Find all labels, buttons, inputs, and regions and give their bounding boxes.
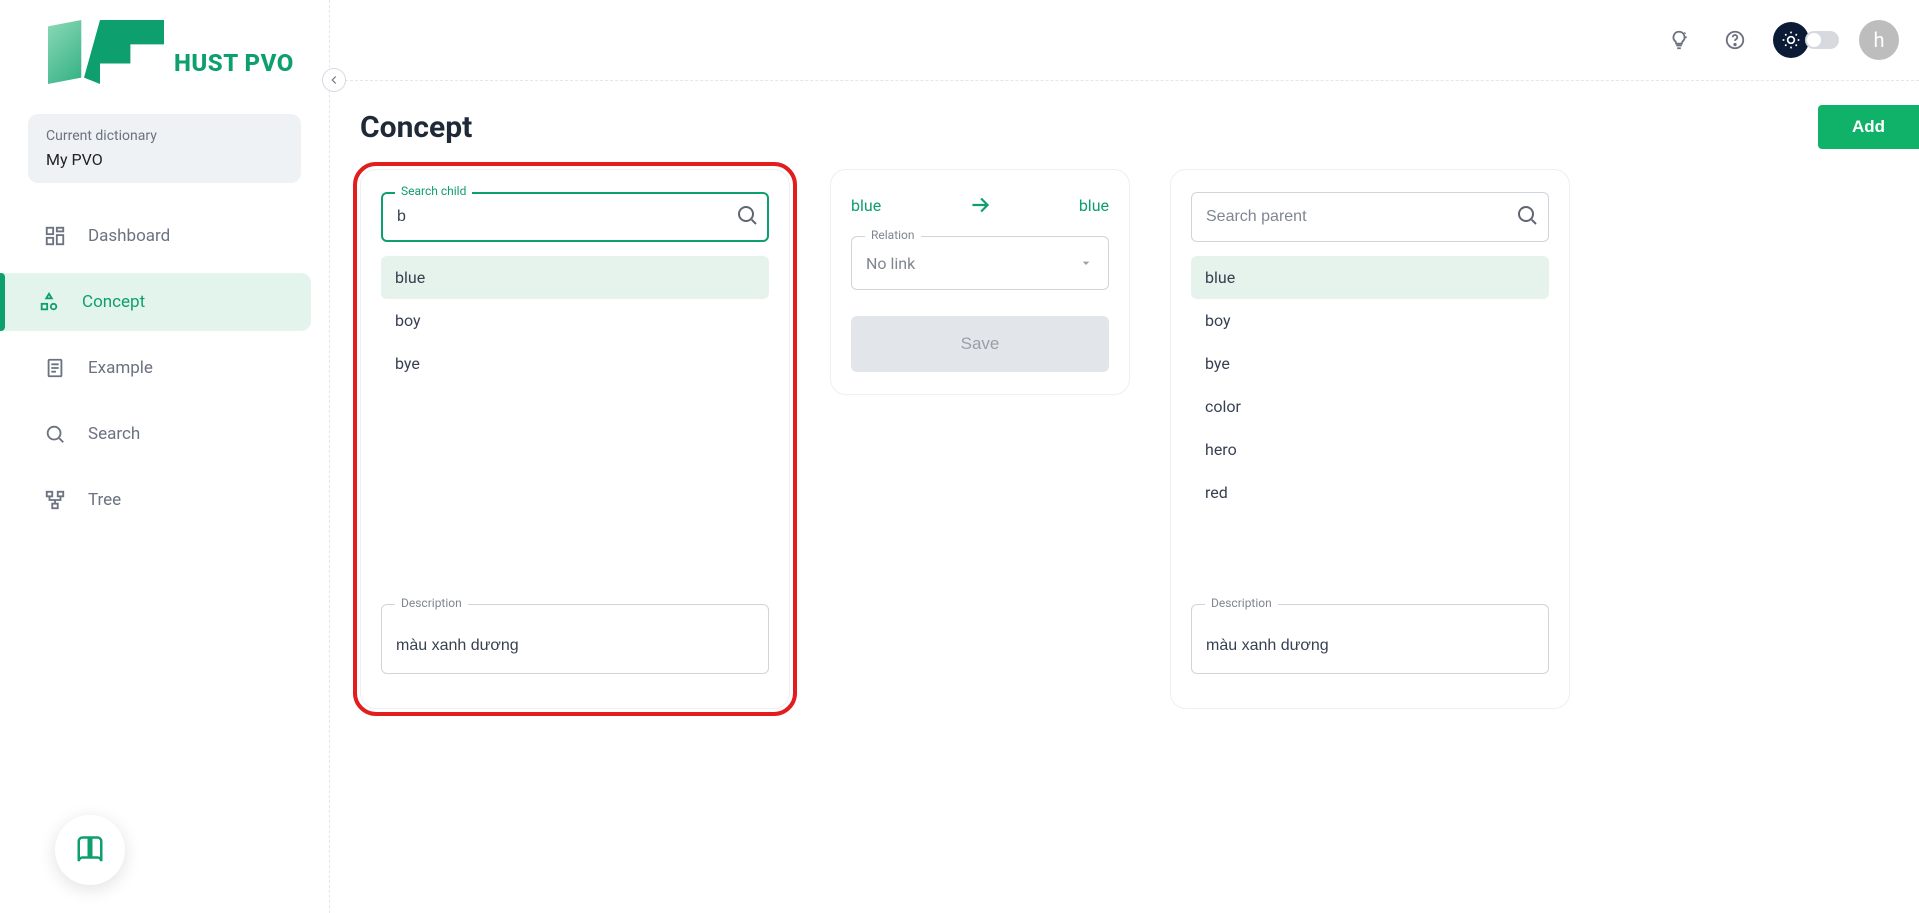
search-parent-field xyxy=(1191,192,1549,242)
list-item[interactable]: boy xyxy=(1191,299,1549,342)
search-child-field: Search child xyxy=(381,192,769,242)
sidebar-item-tree[interactable]: Tree xyxy=(24,471,311,529)
arrow-right-icon xyxy=(967,192,993,218)
relation-label: Relation xyxy=(865,228,921,242)
list-item[interactable]: bye xyxy=(381,342,769,385)
parent-card: blue boy bye color hero red Description xyxy=(1170,169,1570,709)
search-icon[interactable] xyxy=(735,203,759,231)
description-label: Description xyxy=(395,596,468,610)
search-parent-input[interactable] xyxy=(1191,192,1549,242)
sidebar-item-example[interactable]: Example xyxy=(24,339,311,397)
sun-icon xyxy=(1773,22,1809,58)
search-child-label: Search child xyxy=(395,184,472,198)
sidebar-item-label: Tree xyxy=(88,490,121,510)
relation-card: blue blue Relation No link Save xyxy=(830,169,1130,395)
relation-left: blue xyxy=(851,196,881,215)
child-description-input[interactable] xyxy=(381,604,769,674)
child-list: blue boy bye xyxy=(381,256,769,385)
cards-row: Search child blue boy bye Description bl… xyxy=(360,169,1889,709)
child-description-field: Description xyxy=(381,604,769,674)
list-item[interactable]: bye xyxy=(1191,342,1549,385)
sidebar-nav: Dashboard Concept Example Search Tree xyxy=(18,207,311,529)
dictionary-fab[interactable] xyxy=(55,815,125,885)
logo-mark xyxy=(48,20,168,90)
sidebar-item-dashboard[interactable]: Dashboard xyxy=(24,207,311,265)
dashboard-icon xyxy=(44,225,66,247)
logo-text: HUST PVO xyxy=(174,49,294,77)
page-title: Concept xyxy=(360,110,472,145)
hint-icon[interactable] xyxy=(1661,22,1697,58)
search-child-input[interactable] xyxy=(381,192,769,242)
document-icon xyxy=(44,357,66,379)
header-actions: h xyxy=(1661,20,1899,60)
parent-description-input[interactable] xyxy=(1191,604,1549,674)
description-label: Description xyxy=(1205,596,1278,610)
sidebar-item-concept[interactable]: Concept xyxy=(0,273,311,331)
list-item[interactable]: blue xyxy=(381,256,769,299)
relation-right: blue xyxy=(1079,196,1109,215)
current-dictionary-label: Current dictionary xyxy=(46,128,283,144)
current-dictionary-value: My PVO xyxy=(46,150,283,169)
add-button[interactable]: Add xyxy=(1818,105,1919,149)
relation-header: blue blue xyxy=(851,192,1109,218)
search-icon[interactable] xyxy=(1515,203,1539,231)
avatar[interactable]: h xyxy=(1859,20,1899,60)
parent-description-field: Description xyxy=(1191,604,1549,674)
theme-switch[interactable] xyxy=(1805,31,1839,49)
main-header: Concept Add xyxy=(360,105,1889,149)
main: Concept Add Search child blue boy bye De… xyxy=(330,80,1919,913)
child-card: Search child blue boy bye Description xyxy=(360,169,790,709)
shapes-icon xyxy=(38,291,60,313)
book-icon xyxy=(75,835,105,865)
sidebar-item-label: Search xyxy=(88,424,140,444)
sidebar-collapse[interactable] xyxy=(322,68,346,92)
sidebar-item-search[interactable]: Search xyxy=(24,405,311,463)
list-item[interactable]: red xyxy=(1191,471,1549,514)
save-button[interactable]: Save xyxy=(851,316,1109,372)
list-item[interactable]: color xyxy=(1191,385,1549,428)
tree-icon xyxy=(44,489,66,511)
search-icon xyxy=(44,423,66,445)
caret-down-icon xyxy=(1078,255,1094,271)
list-item[interactable]: boy xyxy=(381,299,769,342)
list-item[interactable]: blue xyxy=(1191,256,1549,299)
relation-select-wrap: Relation No link xyxy=(851,236,1109,290)
sidebar: HUST PVO Current dictionary My PVO Dashb… xyxy=(0,0,330,913)
help-icon[interactable] xyxy=(1717,22,1753,58)
sidebar-item-label: Concept xyxy=(82,292,145,312)
relation-value: No link xyxy=(866,254,915,273)
logo[interactable]: HUST PVO xyxy=(48,20,311,90)
chevron-left-icon xyxy=(327,73,341,87)
theme-toggle[interactable] xyxy=(1773,22,1839,58)
current-dictionary-card[interactable]: Current dictionary My PVO xyxy=(28,114,301,183)
sidebar-item-label: Example xyxy=(88,358,153,378)
sidebar-item-label: Dashboard xyxy=(88,226,170,246)
list-item[interactable]: hero xyxy=(1191,428,1549,471)
parent-list: blue boy bye color hero red xyxy=(1191,256,1549,514)
relation-select[interactable]: No link xyxy=(851,236,1109,290)
